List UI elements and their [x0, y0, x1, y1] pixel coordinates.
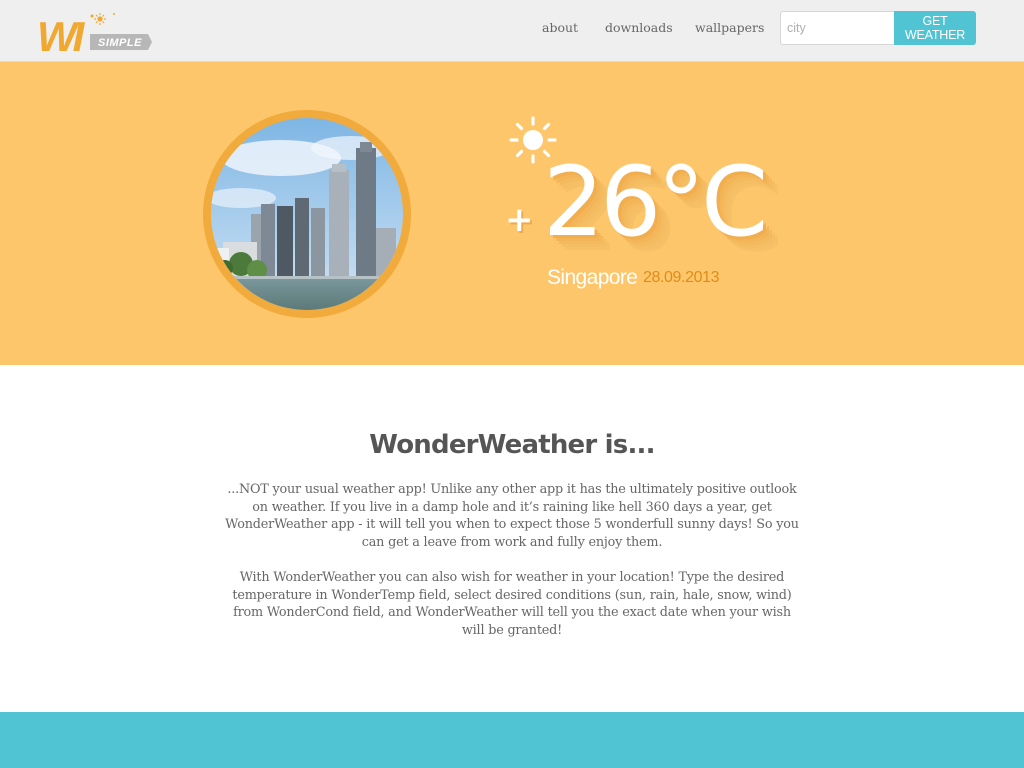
city-search: GET WEATHER: [780, 11, 976, 45]
weather-hero: + 26°C Singapore 28.09.2013: [0, 62, 1024, 365]
about-paragraph-2: With WonderWeather you can also wish for…: [232, 570, 792, 638]
temperature-sign: +: [505, 200, 534, 240]
city-name: Singapore: [547, 266, 638, 289]
weather-date: 28.09.2013: [643, 269, 720, 286]
city-photo: [211, 118, 403, 310]
nav-link-wallpapers[interactable]: wallpapers: [695, 20, 764, 35]
city-input[interactable]: [780, 11, 896, 45]
city-photo-frame: [203, 110, 411, 318]
get-weather-button[interactable]: GET WEATHER: [894, 11, 976, 45]
about-title: WonderWeather is...: [369, 430, 655, 460]
nav-link-about[interactable]: about: [542, 20, 578, 35]
nav-link-downloads[interactable]: downloads: [605, 20, 673, 35]
about-paragraph-1: ...NOT your usual weather app! Unlike an…: [225, 482, 799, 550]
temperature-value: 26°C: [543, 146, 768, 258]
header: SIMPLE WI about downloads wallpapers GET…: [0, 0, 1024, 62]
current-weather: + 26°C Singapore 28.09.2013: [505, 154, 805, 302]
footer-bar: [0, 712, 1024, 768]
